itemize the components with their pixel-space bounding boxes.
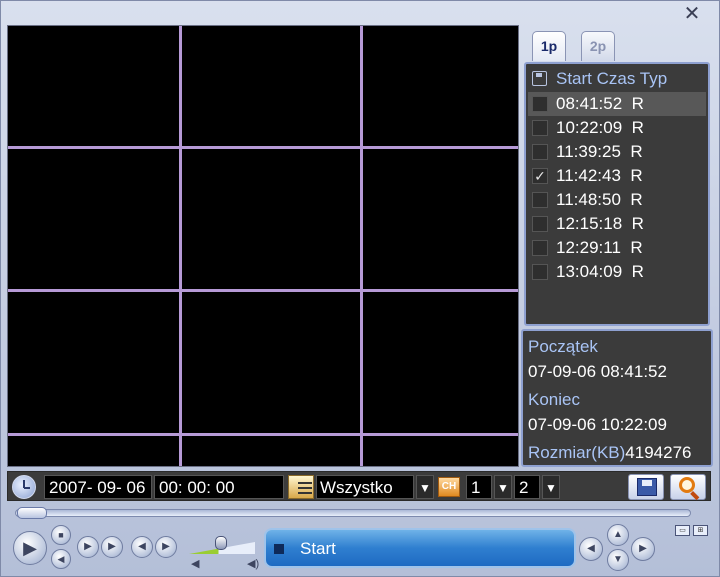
seek-thumb[interactable] (17, 507, 47, 519)
row-type: R (630, 238, 643, 257)
up-button[interactable]: ▲ (607, 524, 629, 546)
row-checkbox-checked[interactable]: ✓ (532, 168, 548, 184)
row-checkbox[interactable] (532, 192, 548, 208)
end-value: 07-09-06 10:22:09 (528, 415, 667, 434)
record-type-select[interactable]: Wszystko (316, 475, 414, 499)
row-type: R (631, 262, 644, 281)
row-type: R (630, 190, 643, 209)
save-icon (637, 478, 657, 496)
list-item[interactable]: 12:15:18 R (528, 212, 706, 236)
speaker-low-icon: ◀ (191, 558, 200, 570)
grid-divider (360, 26, 363, 466)
clock-icon[interactable] (12, 475, 36, 499)
list-item[interactable]: 12:29:11 R (528, 236, 706, 260)
prev-record-button[interactable]: ◀ (579, 537, 603, 561)
slow-button[interactable]: ▶ (77, 536, 99, 558)
frame-forward-button[interactable]: ▶ (155, 536, 177, 558)
playback-status-bar: Start (264, 528, 576, 568)
chevron-down-icon[interactable]: ▼ (416, 475, 434, 499)
search-icon (679, 477, 695, 493)
status-indicator (274, 544, 284, 554)
grid-divider (8, 146, 518, 149)
row-checkbox[interactable] (532, 144, 548, 160)
list-header-label: Start Czas Typ (556, 69, 668, 88)
fast-forward-button[interactable]: ▶ (101, 536, 123, 558)
list-item[interactable]: ✓ 11:42:43 R (528, 164, 706, 188)
size-label: Rozmiar(KB) (528, 443, 626, 462)
row-time: 12:15:18 (556, 214, 623, 233)
list-icon[interactable] (288, 475, 314, 499)
chevron-down-icon[interactable]: ▼ (494, 475, 512, 499)
row-type: R (631, 214, 644, 233)
row-time: 13:04:09 (556, 262, 623, 281)
list-item[interactable]: 11:48:50 R (528, 188, 706, 212)
row-type: R (631, 94, 644, 113)
channel2-select[interactable]: 2 (514, 475, 540, 499)
row-checkbox[interactable] (532, 216, 548, 232)
list-item[interactable]: 10:22:09 R (528, 116, 706, 140)
row-time: 08:41:52 (556, 94, 623, 113)
list-item[interactable]: 11:39:25 R (528, 140, 706, 164)
start-value: 07-09-06 08:41:52 (528, 362, 667, 381)
row-checkbox[interactable] (532, 96, 548, 112)
size-row: Rozmiar(KB)4194276 (528, 443, 691, 463)
row-checkbox[interactable] (532, 264, 548, 280)
time-field[interactable]: 00: 00: 00 (154, 475, 284, 499)
grid-divider (8, 289, 518, 292)
row-time: 11:48:50 (556, 190, 621, 209)
seek-bar[interactable] (15, 509, 691, 517)
date-field[interactable]: 2007- 09- 06 (44, 475, 152, 499)
row-checkbox[interactable] (532, 120, 548, 136)
video-grid[interactable] (7, 25, 519, 467)
grid-divider (8, 433, 518, 436)
recording-list: Start Czas Typ 08:41:52 R 10:22:09 R 11:… (524, 62, 710, 326)
row-type: R (631, 118, 644, 137)
fullscreen-icon[interactable]: ⊞ (693, 525, 708, 536)
start-label: Początek (528, 337, 598, 356)
row-time: 12:29:11 (556, 238, 621, 257)
list-header: Start Czas Typ (532, 68, 708, 90)
stop-button[interactable]: ■ (51, 525, 71, 545)
tab-2p[interactable]: 2p (581, 31, 615, 61)
size-value: 4194276 (625, 443, 692, 462)
status-text: Start (300, 539, 336, 558)
frame-back-button[interactable]: ◀ (131, 536, 153, 558)
tab-1p[interactable]: 1p (532, 31, 566, 61)
window-mode-icon[interactable]: ▭ (675, 525, 690, 536)
row-checkbox[interactable] (532, 240, 548, 256)
playback-window: ✕ 1p 2p Start Czas Typ 08:41:52 R 10:22:… (0, 0, 720, 577)
close-icon[interactable]: ✕ (681, 4, 703, 24)
row-type: R (630, 142, 643, 161)
row-time: 11:42:43 (556, 166, 621, 185)
channel-select[interactable]: 1 (466, 475, 492, 499)
volume-knob[interactable] (215, 536, 227, 550)
next-record-button[interactable]: ▶ (631, 537, 655, 561)
row-time: 10:22:09 (556, 118, 623, 137)
disk-icon[interactable] (532, 71, 547, 86)
end-label: Koniec (528, 390, 580, 409)
search-button[interactable] (670, 474, 706, 500)
channel-icon: CH (438, 477, 460, 497)
play-button[interactable]: ▶ (13, 531, 47, 565)
speaker-high-icon: ◀) (247, 558, 260, 570)
list-item[interactable]: 08:41:52 R (528, 92, 706, 116)
search-toolbar: 2007- 09- 06 00: 00: 00 Wszystko ▼ CH 1 … (7, 471, 711, 501)
row-type: R (630, 166, 643, 185)
down-button[interactable]: ▼ (607, 549, 629, 571)
grid-divider (179, 26, 182, 466)
list-item[interactable]: 13:04:09 R (528, 260, 706, 284)
save-button[interactable] (628, 474, 664, 500)
record-info-panel: Początek 07-09-06 08:41:52 Koniec 07-09-… (521, 329, 713, 467)
step-back-button[interactable]: ◀ (51, 549, 71, 569)
chevron-down-icon[interactable]: ▼ (542, 475, 560, 499)
row-time: 11:39:25 (556, 142, 621, 161)
